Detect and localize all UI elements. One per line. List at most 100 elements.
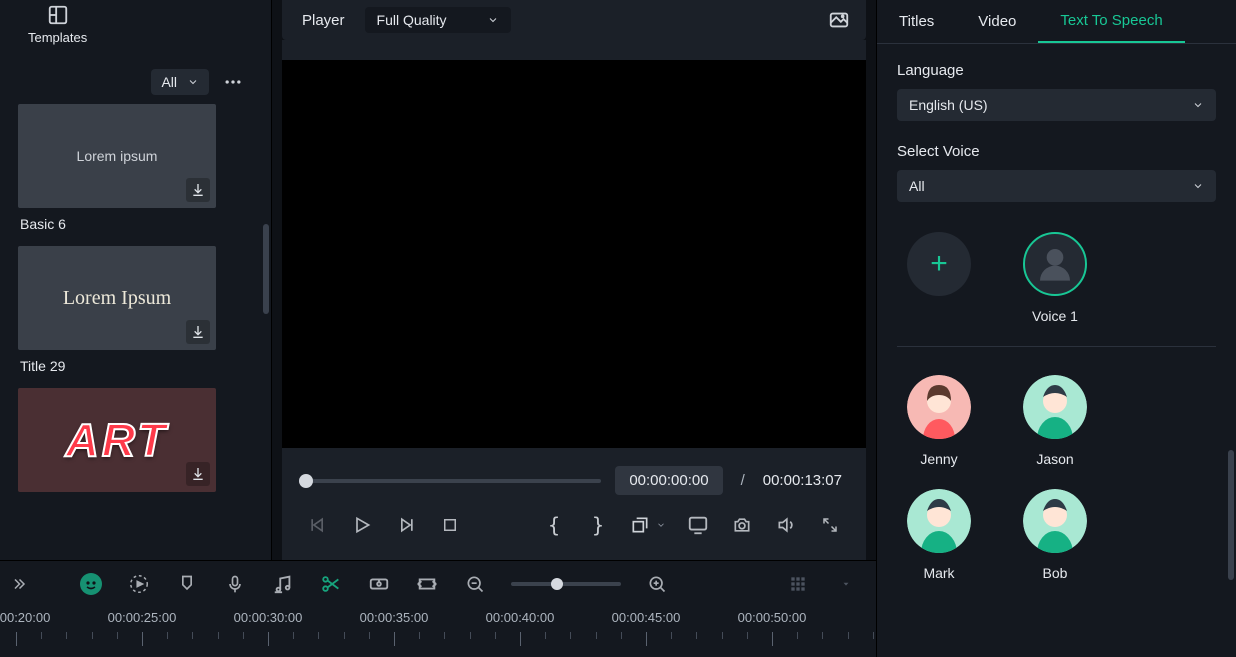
chevron-down-icon [1192,180,1204,192]
right-panel: Titles Video Text To Speech Language Eng… [876,0,1236,657]
voice-name: Mark [923,565,954,581]
right-body: Language English (US) Select Voice All +… [877,44,1236,657]
template-thumbnail: ART [18,388,216,492]
add-voice-button[interactable]: + [903,232,975,324]
divider [897,346,1216,347]
speed-button[interactable] [367,572,391,596]
download-icon[interactable] [186,462,210,486]
left-top-nav: Templates [0,0,271,60]
display-button[interactable] [686,513,710,537]
preset-voice-row: Jenny Jason [897,367,1216,489]
template-thumbnail: Lorem Ipsum [18,246,216,350]
download-icon[interactable] [186,178,210,202]
template-preview-text: Lorem ipsum [77,148,158,164]
left-toolbar: All [0,60,271,104]
filter-dropdown[interactable]: All [151,69,209,95]
marker-button[interactable] [175,572,199,596]
voice-card[interactable]: Jenny [903,375,975,467]
voiceover-button[interactable] [223,572,247,596]
mark-out-button[interactable]: } [586,513,610,537]
tab-text-to-speech[interactable]: Text To Speech [1038,0,1184,43]
track-view-button[interactable] [786,572,810,596]
tab-titles[interactable]: Titles [877,0,956,43]
ruler-tick-label: 00:00:35:00 [360,610,429,625]
track-view-dropdown[interactable] [834,572,858,596]
play-button[interactable] [350,513,374,537]
effects-button[interactable] [127,572,151,596]
player-panel: Player Full Quality 00:00:00:00 / 00:00:… [272,0,876,560]
preset-voice-row: Mark Bob [897,489,1216,603]
left-panel: Templates All Lorem ipsum Basic 6 [0,0,272,560]
avatar-icon [1023,375,1087,439]
select-voice-label: Select Voice [897,143,1216,160]
voice-filter-selected: All [909,178,925,194]
fit-width-button[interactable] [415,572,439,596]
scrollbar[interactable] [1228,450,1234,580]
language-selected: English (US) [909,97,988,113]
templates-list: Lorem ipsum Basic 6 Lorem Ipsum Title 29… [0,104,271,560]
camera-button[interactable] [730,513,754,537]
crop-dropdown[interactable] [630,515,666,535]
voice-card[interactable]: Jason [1019,375,1091,467]
next-frame-button[interactable] [394,513,418,537]
language-dropdown[interactable]: English (US) [897,89,1216,121]
quality-selected: Full Quality [377,12,447,28]
template-label: Basic 6 [18,208,216,240]
chevron-down-icon [487,14,499,26]
right-tabs: Titles Video Text To Speech [877,0,1236,44]
transport-bar: 00:00:00:00 / 00:00:13:07 { } [282,448,866,560]
tab-video[interactable]: Video [956,0,1038,43]
voice-card[interactable]: Mark [903,489,975,581]
zoom-out-button[interactable] [463,572,487,596]
audio-sync-button[interactable] [271,572,295,596]
video-viewport[interactable] [282,60,866,448]
seek-slider[interactable] [306,479,601,483]
quality-dropdown[interactable]: Full Quality [365,7,511,33]
current-time: 00:00:00:00 [615,466,722,495]
zoom-in-button[interactable] [645,572,669,596]
template-card[interactable]: Lorem Ipsum Title 29 [18,246,216,382]
timeline-ruler[interactable]: 00:00:20:00 00:00:25:00 00:00:30:00 00:00:3… [0,606,876,654]
volume-button[interactable] [774,513,798,537]
download-icon[interactable] [186,320,210,344]
zoom-slider[interactable] [511,582,621,586]
expand-toolbar-button[interactable] [6,572,30,596]
template-card[interactable]: Lorem ipsum Basic 6 [18,104,216,240]
scrollbar[interactable] [263,224,269,314]
time-separator: / [737,472,749,489]
voice-name: Jenny [920,451,957,467]
player-title: Player [282,12,365,29]
split-button[interactable] [319,572,343,596]
fullscreen-button[interactable] [818,513,842,537]
more-options-button[interactable] [217,66,249,98]
transport-controls: { } [306,495,842,537]
ruler-tick-label: 00:00:20:00 [0,610,50,625]
player-body: 00:00:00:00 / 00:00:13:07 { } [282,40,866,560]
ai-assistant-button[interactable] [79,572,103,596]
language-label: Language [897,62,1216,79]
voice-card[interactable]: Bob [1019,489,1091,581]
prev-frame-button[interactable] [306,513,330,537]
templates-label: Templates [28,30,87,45]
voice-filter-dropdown[interactable]: All [897,170,1216,202]
timeline-toolbar [0,560,876,606]
mark-in-button[interactable]: { [542,513,566,537]
stop-button[interactable] [438,513,462,537]
timeline-panel: 00:00:20:00 00:00:25:00 00:00:30:00 00:00:3… [0,560,876,657]
template-preview-text: ART [66,413,169,467]
ruler-tick-label: 00:00:45:00 [612,610,681,625]
chevron-down-icon [187,76,199,88]
voice-card[interactable]: Voice 1 [1019,232,1091,324]
voice-avatar-icon [1023,232,1087,296]
voice-name: Voice 1 [1032,308,1078,324]
duration: 00:00:13:07 [763,472,842,489]
snapshot-button[interactable] [826,7,852,33]
ruler-tick-label: 00:00:40:00 [486,610,555,625]
filter-dropdown-label: All [161,74,177,90]
template-card[interactable]: ART [18,388,216,492]
avatar-icon [907,375,971,439]
ruler-tick-label: 00:00:25:00 [108,610,177,625]
templates-nav-item[interactable]: Templates [28,4,87,45]
player-header: Player Full Quality [282,0,866,40]
ruler-tick-label: 00:00:30:00 [234,610,303,625]
